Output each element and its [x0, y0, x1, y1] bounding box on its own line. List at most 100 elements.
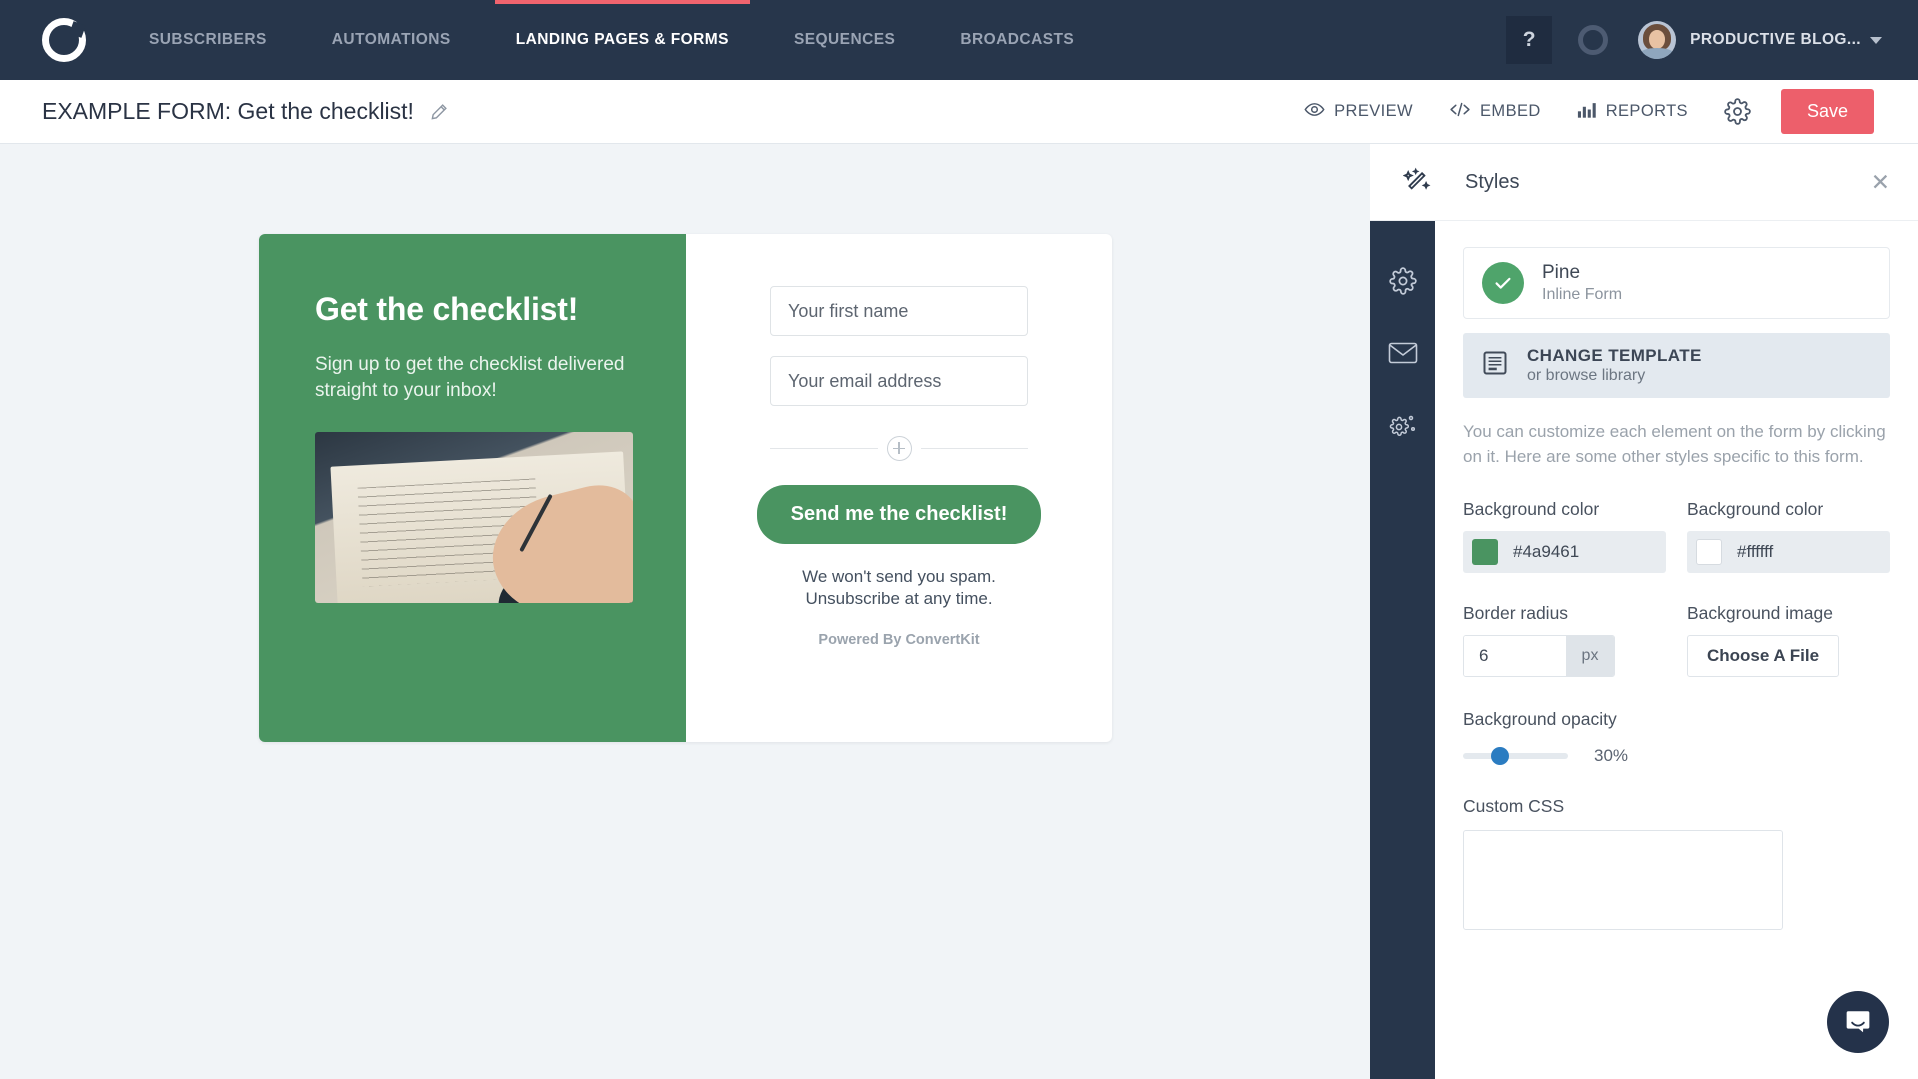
- opacity-value: 30%: [1594, 746, 1629, 766]
- first-name-input[interactable]: Your first name: [770, 286, 1028, 336]
- disclaimer-line-2: Unsubscribe at any time.: [805, 588, 993, 608]
- opacity-slider-row: 30%: [1463, 746, 1890, 766]
- save-button[interactable]: Save: [1780, 89, 1874, 134]
- custom-css-textarea[interactable]: [1463, 830, 1783, 931]
- selected-template-card[interactable]: Pine Inline Form: [1463, 247, 1890, 319]
- form-heading[interactable]: Get the checklist!: [315, 290, 640, 328]
- action-label: REPORTS: [1605, 102, 1688, 120]
- panel-body: Pine Inline Form CHANGE TEMPLATE or brow…: [1435, 221, 1918, 1079]
- app-logo[interactable]: [0, 18, 128, 62]
- form-preview[interactable]: Get the checklist! Sign up to get the ch…: [259, 234, 1112, 742]
- account-menu[interactable]: PRODUCTIVE BLOG...: [1638, 21, 1882, 59]
- nav-right-group: ? PRODUCTIVE BLOG...: [1506, 0, 1918, 80]
- form-disclaimer[interactable]: We won't send you spam. Unsubscribe at a…: [802, 566, 996, 610]
- form-toolbar: EXAMPLE FORM: Get the checklist! PREVIEW…: [0, 80, 1918, 144]
- border-radius-input[interactable]: 6 px: [1463, 635, 1615, 678]
- submit-button[interactable]: Send me the checklist!: [756, 485, 1042, 544]
- nav-item-broadcasts[interactable]: BROADCASTS: [939, 0, 1095, 80]
- background-color-right-group: Background color #ffffff: [1687, 499, 1890, 574]
- chat-bubble-icon[interactable]: [1827, 991, 1889, 1053]
- disclaimer-line-1: We won't send you spam.: [802, 567, 996, 586]
- pencil-icon[interactable]: [430, 102, 450, 122]
- template-name: Pine: [1542, 262, 1581, 283]
- background-image-group: Background image Choose A File: [1687, 603, 1890, 678]
- background-color-row: Background color #4a9461 Background colo…: [1463, 499, 1890, 574]
- border-radius-group: Border radius 6 px: [1463, 603, 1666, 678]
- opacity-slider[interactable]: [1463, 747, 1568, 766]
- help-label: ?: [1522, 28, 1536, 51]
- border-radius-label: Border radius: [1463, 603, 1569, 624]
- page-title: EXAMPLE FORM: Get the checklist!: [42, 98, 414, 124]
- nav-label: LANDING PAGES & FORMS: [515, 31, 729, 48]
- change-template-subtitle: or browse library: [1527, 367, 1646, 384]
- form-right-column: Your first name Your email address Send …: [686, 234, 1112, 742]
- background-color-right-label: Background color: [1687, 499, 1824, 520]
- background-opacity-group: Background opacity 30%: [1463, 709, 1890, 766]
- avatar: [1638, 21, 1677, 59]
- settings-button[interactable]: [1724, 98, 1751, 125]
- divider: [770, 448, 878, 449]
- panel-title: Styles: [1465, 170, 1520, 193]
- change-template-text: CHANGE TEMPLATE or browse library: [1527, 346, 1702, 385]
- color-swatch[interactable]: [1696, 539, 1722, 566]
- panel-icon-rail: [1370, 221, 1435, 1079]
- top-navigation-bar: SUBSCRIBERS AUTOMATIONS LANDING PAGES & …: [0, 0, 1918, 80]
- background-color-left-group: Background color #4a9461: [1463, 499, 1666, 574]
- background-color-left-label: Background color: [1463, 499, 1600, 520]
- background-color-left-input[interactable]: #4a9461: [1463, 531, 1666, 574]
- gear-icon[interactable]: [1370, 245, 1435, 317]
- background-opacity-label: Background opacity: [1463, 709, 1617, 730]
- change-template-title: CHANGE TEMPLATE: [1527, 346, 1702, 365]
- custom-css-label: Custom CSS: [1463, 796, 1565, 817]
- nav-item-landing-pages-and-forms[interactable]: LANDING PAGES & FORMS: [494, 0, 751, 80]
- add-field-row: [770, 436, 1028, 461]
- ring-icon[interactable]: [1578, 25, 1609, 55]
- eye-icon: [1304, 99, 1325, 125]
- color-value: #4a9461: [1513, 542, 1580, 562]
- change-template-button[interactable]: CHANGE TEMPLATE or browse library: [1463, 333, 1890, 398]
- help-button[interactable]: ?: [1506, 16, 1553, 64]
- nav-item-sequences[interactable]: SEQUENCES: [773, 0, 916, 80]
- radius-and-image-row: Border radius 6 px Background image Choo…: [1463, 603, 1890, 678]
- form-canvas: Get the checklist! Sign up to get the ch…: [0, 144, 1370, 1079]
- code-icon: [1449, 100, 1471, 124]
- template-icon: [1481, 349, 1509, 382]
- email-input[interactable]: Your email address: [770, 356, 1028, 406]
- hand-writing-checklist-photo[interactable]: [315, 431, 633, 603]
- nav-item-automations[interactable]: AUTOMATIONS: [311, 0, 472, 80]
- gears-icon[interactable]: [1370, 389, 1435, 461]
- form-left-column[interactable]: Get the checklist! Sign up to get the ch…: [259, 234, 686, 742]
- primary-nav: SUBSCRIBERS AUTOMATIONS LANDING PAGES & …: [128, 0, 1118, 80]
- opacity-slider-thumb[interactable]: [1491, 747, 1509, 766]
- panel-header: Styles ✕: [1370, 144, 1918, 221]
- powered-by-link[interactable]: Powered By ConvertKit: [818, 632, 979, 648]
- background-color-right-input[interactable]: #ffffff: [1687, 531, 1890, 574]
- border-radius-unit: px: [1566, 636, 1614, 677]
- plus-circle-icon[interactable]: [886, 436, 912, 461]
- nav-label: SEQUENCES: [793, 31, 896, 48]
- check-circle-icon: [1482, 262, 1524, 304]
- background-image-label: Background image: [1687, 603, 1833, 624]
- nav-label: BROADCASTS: [960, 31, 1075, 48]
- preview-button[interactable]: PREVIEW: [1304, 99, 1413, 125]
- divider: [920, 448, 1028, 449]
- styles-panel: Styles ✕ Pine Inline Form CHANGE TEMPLAT…: [1370, 144, 1918, 1079]
- nav-item-subscribers[interactable]: SUBSCRIBERS: [128, 0, 288, 80]
- action-label: PREVIEW: [1334, 102, 1414, 120]
- reports-button[interactable]: REPORTS: [1577, 100, 1688, 124]
- envelope-icon[interactable]: [1370, 317, 1435, 389]
- color-swatch[interactable]: [1472, 539, 1498, 566]
- custom-css-group: Custom CSS: [1463, 796, 1890, 931]
- convertkit-logo-icon: [42, 18, 86, 62]
- close-icon[interactable]: ✕: [1871, 170, 1890, 194]
- choose-file-button[interactable]: Choose A File: [1687, 635, 1839, 678]
- color-value: #ffffff: [1737, 542, 1774, 562]
- magic-wand-icon: [1385, 167, 1451, 197]
- border-radius-value[interactable]: 6: [1464, 636, 1566, 677]
- chevron-down-icon: [1870, 36, 1882, 44]
- nav-label: SUBSCRIBERS: [149, 31, 267, 48]
- template-type: Inline Form: [1542, 286, 1623, 303]
- embed-button[interactable]: EMBED: [1449, 100, 1541, 124]
- bar-chart-icon: [1577, 100, 1597, 124]
- form-subheading[interactable]: Sign up to get the checklist delivered s…: [315, 352, 640, 403]
